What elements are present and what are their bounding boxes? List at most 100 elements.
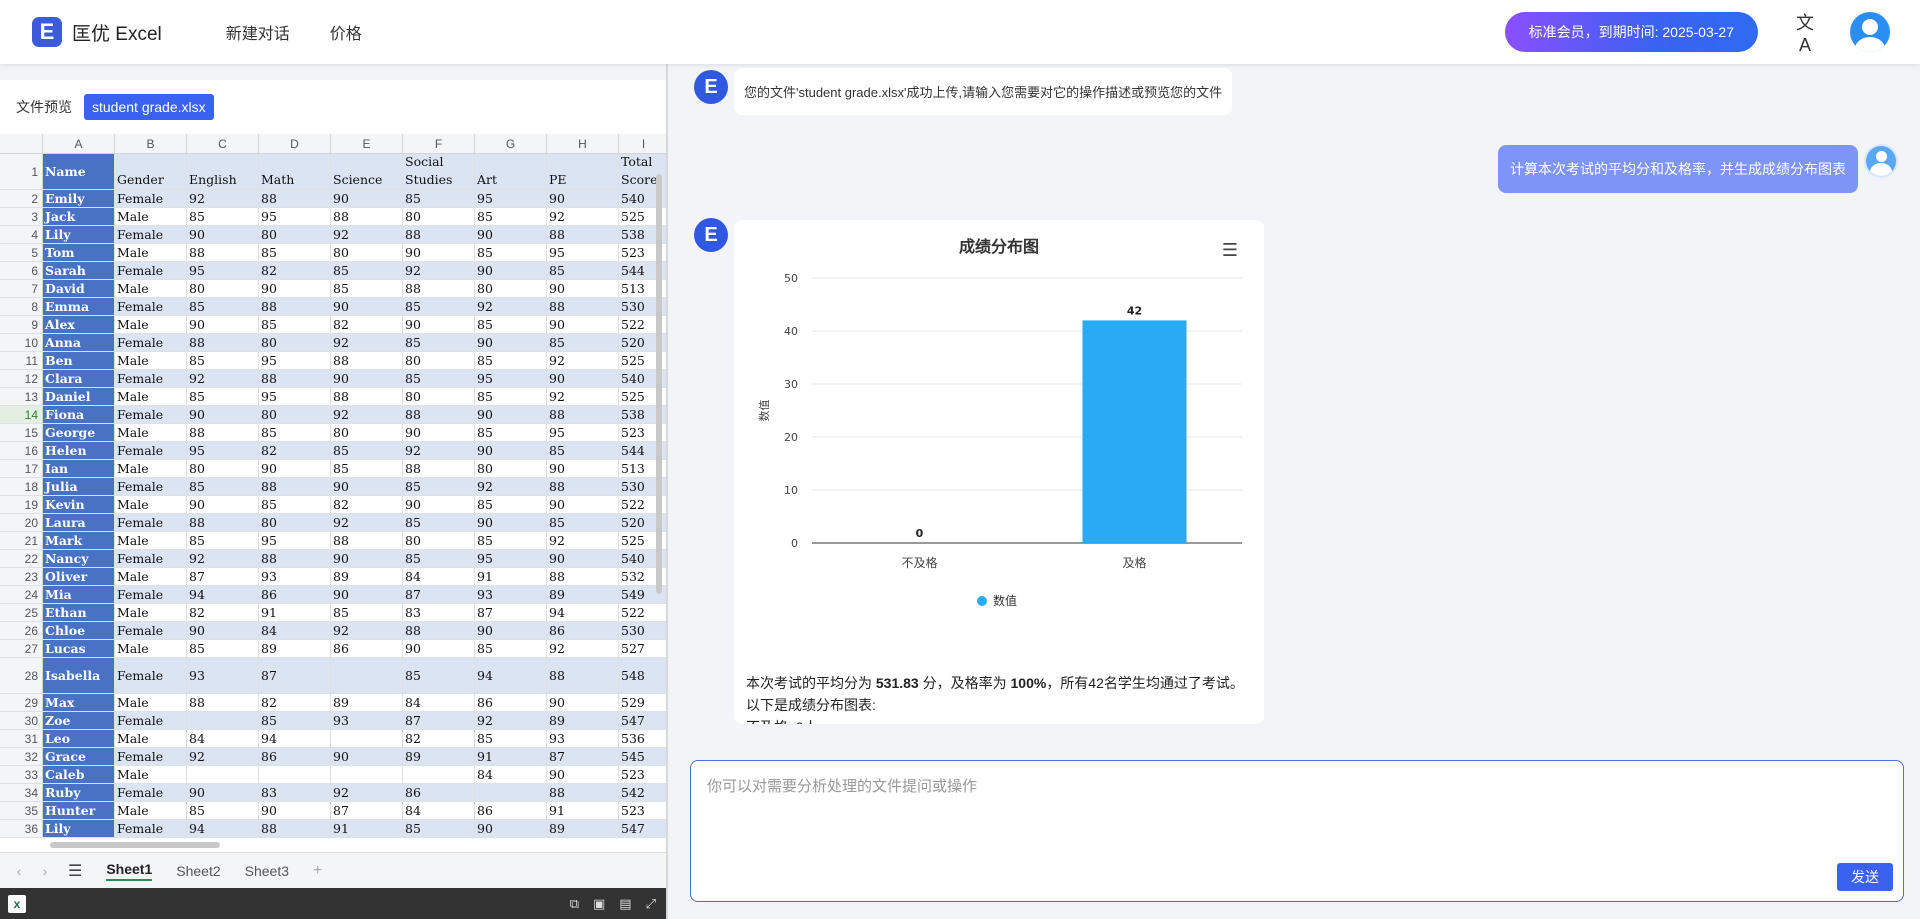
table-cell[interactable]: 92 [187,550,259,567]
table-cell[interactable]: 92 [547,352,619,369]
table-cell[interactable] [331,730,403,747]
table-cell[interactable]: 86 [331,640,403,657]
table-cell[interactable]: 87 [547,748,619,765]
table-cell[interactable]: 90 [475,262,547,279]
table-cell[interactable]: 87 [403,586,475,603]
translate-icon[interactable]: 文A [1792,9,1818,56]
table-cell[interactable]: 88 [331,352,403,369]
table-cell[interactable]: Female [115,658,187,693]
prev-sheet-icon[interactable]: ‹ [12,863,26,879]
table-cell[interactable]: 85 [187,640,259,657]
table-cell[interactable]: 88 [547,568,619,585]
table-cell[interactable]: Female [115,370,187,387]
table-cell[interactable]: 90 [403,316,475,333]
table-cell[interactable]: 88 [259,190,331,207]
name-cell[interactable]: Max [43,694,115,711]
table-cell[interactable]: 84 [259,622,331,639]
table-cell[interactable]: 80 [475,460,547,477]
table-cell[interactable]: Female [115,478,187,495]
table-cell[interactable]: 90 [331,748,403,765]
name-cell[interactable]: Jack [43,208,115,225]
row-number[interactable]: 10 [0,334,43,351]
table-cell[interactable]: 95 [259,352,331,369]
table-cell[interactable] [331,658,403,693]
table-cell[interactable]: 92 [475,298,547,315]
grid-view-icon[interactable]: ▤ [619,896,631,912]
table-cell[interactable]: 547 [619,712,666,729]
table-cell[interactable]: 90 [547,496,619,513]
select-all-corner[interactable] [0,134,43,154]
table-cell[interactable]: 92 [187,370,259,387]
table-cell[interactable]: Social Studies [403,154,475,189]
table-cell[interactable]: 85 [187,478,259,495]
table-cell[interactable]: 87 [403,712,475,729]
table-cell[interactable]: 90 [547,316,619,333]
column-header[interactable]: G [475,134,547,154]
name-cell[interactable]: Kevin [43,496,115,513]
table-cell[interactable]: 88 [547,406,619,423]
chart-menu-icon[interactable]: ☰ [1222,240,1238,261]
table-cell[interactable]: 85 [475,730,547,747]
table-cell[interactable]: 88 [547,226,619,243]
name-cell[interactable]: Hunter [43,802,115,819]
row-number[interactable]: 28 [0,658,43,693]
table-cell[interactable]: Male [115,388,187,405]
table-cell[interactable]: Female [115,748,187,765]
table-cell[interactable]: 90 [403,424,475,441]
table-cell[interactable]: 95 [187,262,259,279]
next-sheet-icon[interactable]: › [38,863,52,879]
table-cell[interactable] [475,784,547,801]
file-chip[interactable]: student grade.xlsx [84,94,214,120]
table-cell[interactable] [187,766,259,783]
name-cell[interactable]: Sarah [43,262,115,279]
table-cell[interactable]: Male [115,316,187,333]
table-cell[interactable]: Gender [115,154,187,189]
table-cell[interactable]: 85 [331,280,403,297]
table-cell[interactable]: Female [115,622,187,639]
sheet-list-icon[interactable]: ☰ [68,861,82,881]
table-cell[interactable]: 94 [187,586,259,603]
table-cell[interactable]: 88 [547,298,619,315]
row-number[interactable]: 26 [0,622,43,639]
table-cell[interactable]: Female [115,784,187,801]
name-cell[interactable]: Ethan [43,604,115,621]
row-number[interactable]: 14 [0,406,43,423]
table-cell[interactable]: 90 [475,406,547,423]
table-cell[interactable]: 85 [403,478,475,495]
row-number[interactable]: 8 [0,298,43,315]
table-cell[interactable]: 84 [403,694,475,711]
name-cell[interactable]: Leo [43,730,115,747]
table-cell[interactable]: 89 [331,694,403,711]
row-number[interactable]: 15 [0,424,43,441]
table-cell[interactable]: 91 [475,748,547,765]
table-cell[interactable]: 84 [403,802,475,819]
table-cell[interactable]: 90 [331,478,403,495]
table-cell[interactable]: 95 [259,532,331,549]
tab-sheet2[interactable]: Sheet2 [176,863,220,879]
table-cell[interactable]: Male [115,460,187,477]
table-cell[interactable]: 95 [547,244,619,261]
name-cell[interactable]: Emily [43,190,115,207]
table-cell[interactable]: 90 [187,784,259,801]
row-number[interactable]: 22 [0,550,43,567]
table-cell[interactable]: 542 [619,784,666,801]
column-header[interactable]: D [259,134,331,154]
table-cell[interactable]: 92 [331,514,403,531]
table-cell[interactable]: 82 [331,496,403,513]
table-cell[interactable]: 85 [259,712,331,729]
table-cell[interactable]: 85 [475,352,547,369]
name-cell[interactable]: Julia [43,478,115,495]
table-cell[interactable]: 86 [259,586,331,603]
table-cell[interactable]: 90 [547,550,619,567]
table-cell[interactable]: Male [115,352,187,369]
table-cell[interactable]: 84 [475,766,547,783]
table-cell[interactable]: 88 [187,334,259,351]
table-cell[interactable]: 85 [403,820,475,837]
table-cell[interactable]: 90 [475,622,547,639]
table-cell[interactable]: 83 [259,784,331,801]
table-cell[interactable]: Female [115,262,187,279]
column-header[interactable]: C [187,134,259,154]
table-cell[interactable]: 91 [475,568,547,585]
add-sheet-icon[interactable]: + [313,862,322,880]
table-cell[interactable]: Male [115,532,187,549]
